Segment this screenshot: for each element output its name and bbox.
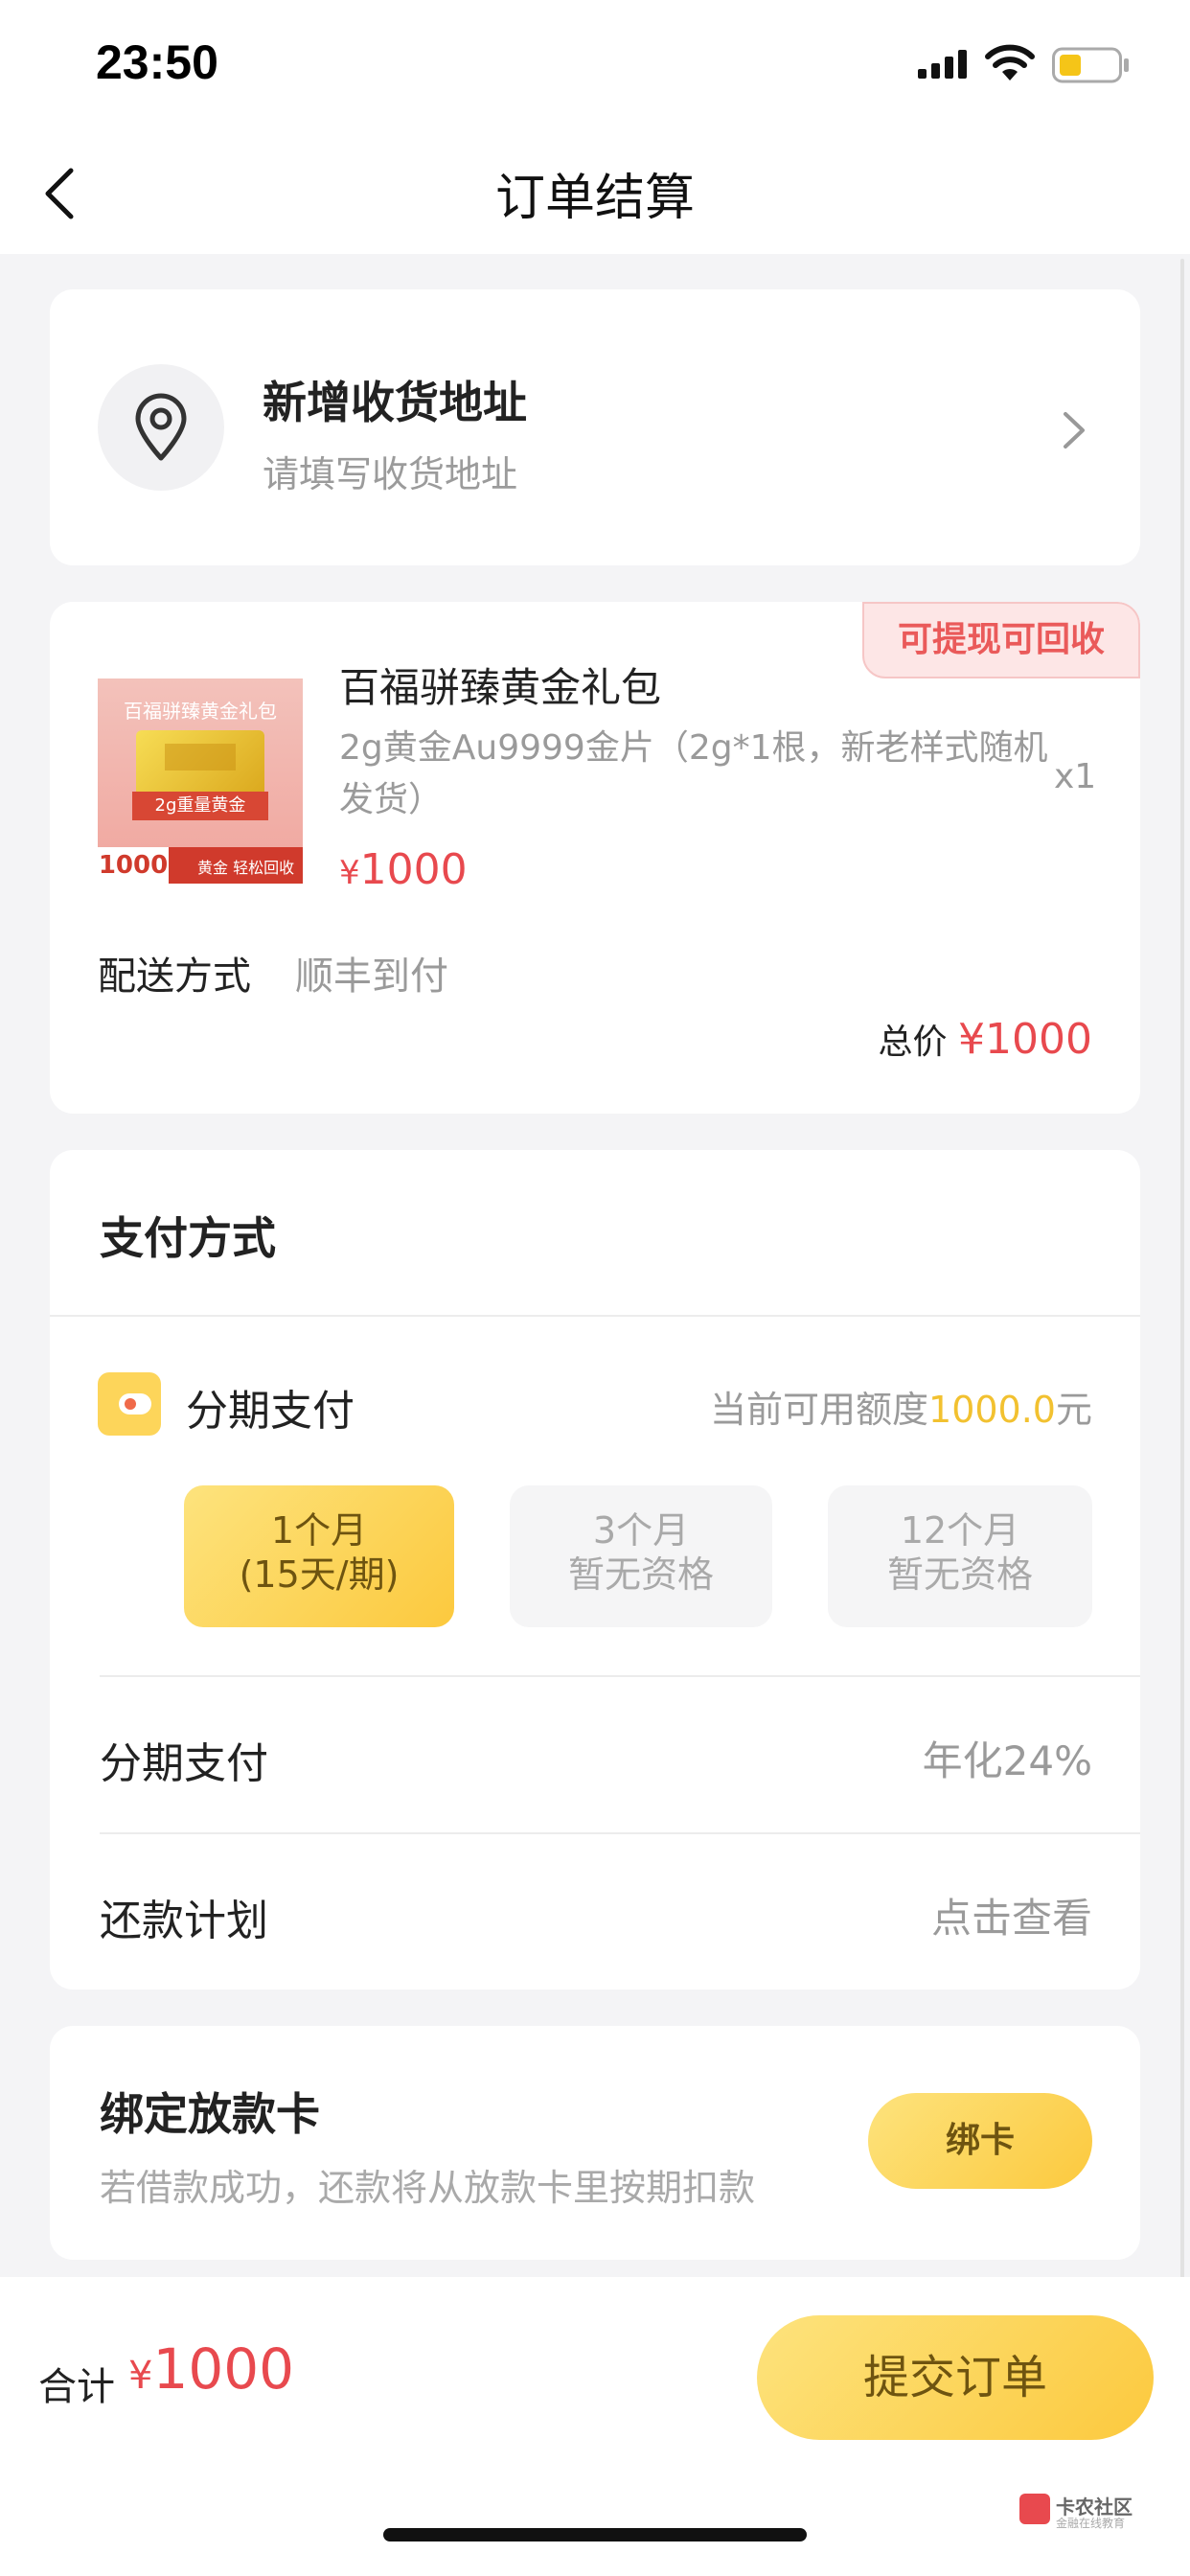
divider xyxy=(100,1832,1140,1834)
sum-currency: ¥ xyxy=(128,2354,153,2398)
term-option-3-months[interactable]: 3个月 暂无资格 xyxy=(510,1485,772,1627)
total-label: 总价 xyxy=(878,1023,948,1062)
credit-suffix: 元 xyxy=(1055,1389,1092,1431)
product-image-title: 百福骈臻黄金礼包 xyxy=(124,700,277,723)
home-indicator[interactable] xyxy=(383,2528,807,2542)
submit-order-button[interactable]: 提交订单 xyxy=(757,2315,1154,2440)
status-time: 23:50 xyxy=(96,35,218,89)
term-detail: 暂无资格 xyxy=(886,1553,1033,1596)
cellular-signal-icon xyxy=(918,50,967,79)
status-bar: 23:50 xyxy=(0,0,1190,125)
bind-card-section: 绑定放款卡 若借款成功，还款将从放款卡里按期扣款 绑卡 xyxy=(50,2026,1140,2260)
navigation-bar: 订单结算 xyxy=(0,125,1190,254)
term-period: 1个月 xyxy=(270,1509,368,1552)
product-card: 可提现可回收 百福骈臻黄金礼包 2g重量黄金 1000 黄金 轻松回收 百福骈臻… xyxy=(50,602,1140,1114)
installment-payment-label[interactable]: 分期支付 xyxy=(186,1376,355,1438)
product-description: 2g黄金Au9999金片（2g*1根，新老样式随机发货） xyxy=(339,728,1048,819)
term-option-1-month[interactable]: 1个月 (15天/期) xyxy=(184,1485,454,1627)
installment-rate-value: 年化24% xyxy=(922,1737,1092,1784)
chevron-right-icon xyxy=(1064,412,1085,448)
term-period: 12个月 xyxy=(900,1509,1020,1552)
wifi-icon xyxy=(985,44,1035,80)
product-image-weight: 2g重量黄金 xyxy=(132,792,268,820)
term-detail: 暂无资格 xyxy=(567,1553,714,1596)
credit-prefix: 当前可用额度 xyxy=(710,1389,929,1431)
payment-card: 支付方式 分期支付 当前可用额度1000.0元 1个月 (15天/期) 3个月 … xyxy=(50,1150,1140,1990)
sum-amount: ¥1000 xyxy=(128,2336,294,2402)
product-image-number: 1000 xyxy=(98,847,169,884)
product-image-tag: 黄金 轻松回收 xyxy=(197,859,295,877)
add-address-title: 新增收货地址 xyxy=(263,377,527,428)
location-pin-icon xyxy=(135,393,187,461)
total-amount: ¥1000 xyxy=(958,1015,1092,1064)
product-name: 百福骈臻黄金礼包 xyxy=(339,664,662,711)
shipping-value: 顺丰到付 xyxy=(295,954,448,999)
page-title: 订单结算 xyxy=(494,170,695,227)
price-currency: ¥ xyxy=(339,854,360,892)
divider xyxy=(50,1315,1140,1317)
sum-label: 合计 xyxy=(38,2365,115,2409)
wallet-icon xyxy=(98,1372,161,1436)
product-price: ¥1000 xyxy=(339,845,468,894)
product-total: 总价 ¥1000 xyxy=(879,1014,1092,1064)
location-icon-container xyxy=(98,364,224,491)
bind-card-hint: 若借款成功，还款将从放款卡里按期扣款 xyxy=(100,2167,756,2209)
shipping-label: 配送方式 xyxy=(98,954,251,999)
payment-method-title: 支付方式 xyxy=(100,1212,276,1264)
term-option-12-months[interactable]: 12个月 暂无资格 xyxy=(828,1485,1092,1627)
price-value: 1000 xyxy=(359,845,468,894)
term-period: 3个月 xyxy=(592,1509,690,1552)
available-credit: 当前可用额度1000.0元 xyxy=(710,1380,1092,1433)
product-quantity: x1 xyxy=(1054,757,1097,796)
bind-card-title: 绑定放款卡 xyxy=(100,2088,320,2140)
withdraw-recycle-badge: 可提现可回收 xyxy=(862,602,1140,678)
add-address-hint: 请填写收货地址 xyxy=(263,453,518,495)
watermark-subtext: 金融在线教育 xyxy=(1056,2517,1126,2530)
sum-value: 1000 xyxy=(152,2336,295,2402)
installment-rate-label: 分期支付 xyxy=(100,1739,268,1788)
bind-card-button[interactable]: 绑卡 xyxy=(868,2093,1092,2189)
watermark-logo: 卡农社区 金融在线教育 xyxy=(1019,2490,1144,2532)
divider xyxy=(100,1675,1140,1677)
scrollbar[interactable] xyxy=(1180,259,1184,2281)
view-repayment-plan-link[interactable]: 点击查看 xyxy=(931,1886,1092,1944)
product-image: 百福骈臻黄金礼包 2g重量黄金 1000 黄金 轻松回收 xyxy=(98,678,303,884)
credit-amount: 1000.0 xyxy=(928,1389,1056,1431)
term-detail: (15天/期) xyxy=(239,1553,400,1596)
battery-icon xyxy=(1052,47,1129,83)
address-card[interactable]: 新增收货地址 请填写收货地址 xyxy=(50,289,1140,565)
watermark-icon xyxy=(1019,2494,1050,2524)
repayment-plan-label: 还款计划 xyxy=(100,1897,268,1945)
